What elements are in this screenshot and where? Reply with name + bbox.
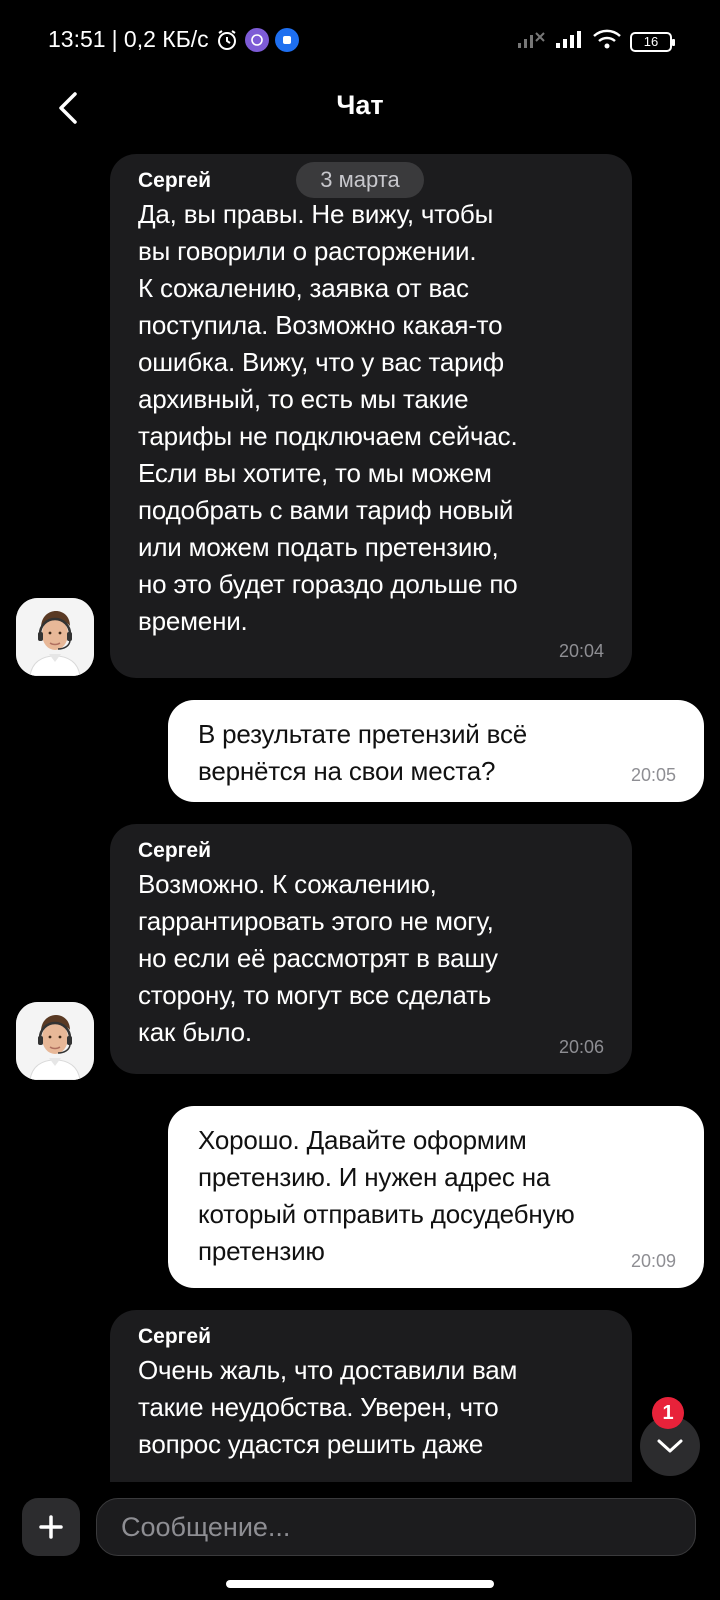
message-text: Возможно. К сожалению, гаррантировать эт… <box>138 869 498 1047</box>
message-sender: Сергей <box>138 1325 212 1348</box>
alarm-icon <box>215 28 239 52</box>
signal-icon <box>516 29 546 54</box>
message-input[interactable] <box>96 1498 696 1556</box>
status-time: 13:51 <box>48 26 106 52</box>
chat-messages[interactable]: Сергей Да, вы правы. Не вижу, чтобы вы г… <box>0 150 720 1482</box>
message-incoming[interactable]: Сергей Очень жаль, что доставили вам так… <box>110 1310 632 1482</box>
message-text: Да, вы правы. Не вижу, чтобы вы говорили… <box>138 199 518 636</box>
operator-avatar-icon <box>16 1002 94 1080</box>
message-time: 20:09 <box>630 1251 676 1271</box>
message-sender: Сергей <box>138 839 212 862</box>
avatar[interactable] <box>16 1002 94 1080</box>
message-text: Очень жаль, что доставили вам такие неуд… <box>138 1355 518 1459</box>
battery-icon: 16 <box>630 31 675 52</box>
message-outgoing[interactable]: В результате претензий всё вернётся на с… <box>168 700 704 802</box>
message-outgoing[interactable]: Хорошо. Давайте оформим претензию. И нуж… <box>168 1106 704 1288</box>
message-composer <box>0 1484 720 1560</box>
message-incoming[interactable]: Сергей Да, вы правы. Не вижу, чтобы вы г… <box>110 154 632 678</box>
attach-button[interactable] <box>22 1498 80 1556</box>
message-incoming[interactable]: Сергей Возможно. К сожалению, гаррантиро… <box>110 824 632 1074</box>
message-text: В результате претензий всё вернётся на с… <box>198 719 528 786</box>
plus-icon <box>39 1515 63 1539</box>
status-net-speed: | 0,2 КБ/с <box>111 26 209 52</box>
home-indicator[interactable] <box>226 1580 494 1588</box>
date-separator: 3 марта <box>296 162 424 198</box>
operator-avatar-icon <box>16 598 94 676</box>
chat-header: Чат <box>0 80 720 136</box>
signal-icon <box>554 29 584 54</box>
page-title: Чат <box>336 90 384 120</box>
unread-badge: 1 <box>652 1397 684 1429</box>
wifi-icon <box>592 28 622 55</box>
status-bar: 13:51 | 0,2 КБ/с 16 <box>0 0 720 80</box>
avatar[interactable] <box>16 598 94 676</box>
message-time: 20:04 <box>558 641 604 661</box>
chevron-down-icon <box>657 1439 683 1453</box>
message-time: 20:05 <box>630 765 676 785</box>
message-text: Хорошо. Давайте оформим претензию. И нуж… <box>198 1125 575 1266</box>
viber-icon <box>244 27 269 52</box>
message-time: 20:06 <box>558 1037 604 1057</box>
app-icon <box>274 27 299 52</box>
